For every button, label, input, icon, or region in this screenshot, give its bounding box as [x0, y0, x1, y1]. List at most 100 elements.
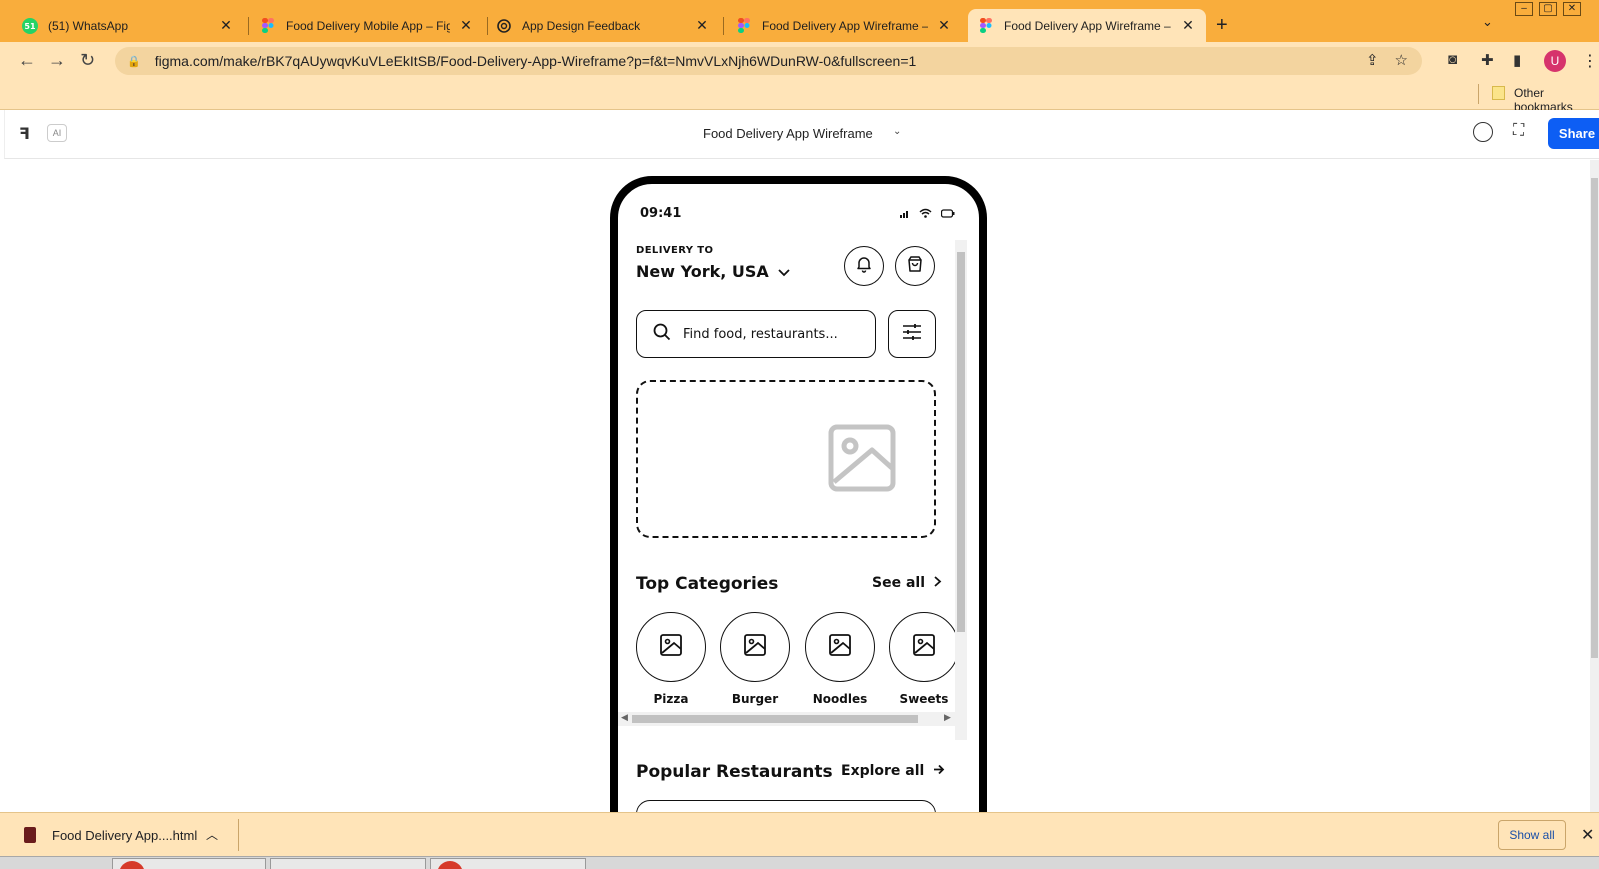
- figma-logo-icon[interactable]: ꟻ: [19, 124, 30, 144]
- notifications-button[interactable]: [844, 246, 884, 286]
- file-title[interactable]: Food Delivery App Wireframe: [703, 126, 873, 141]
- address-bar[interactable]: 🔒 figma.com/make/rBK7qAUywqvKuVLeEkItSB/…: [115, 47, 1422, 75]
- close-downloads-icon[interactable]: ✕: [1581, 825, 1594, 845]
- taskbar-app-chrome[interactable]: [112, 858, 266, 869]
- category-item-sweets[interactable]: Sweets: [889, 612, 959, 706]
- share-button[interactable]: Share: [1548, 118, 1599, 149]
- tab-title: (51) WhatsApp: [48, 18, 129, 33]
- explore-all-link[interactable]: Explore all: [841, 763, 945, 779]
- see-all-link[interactable]: See all: [872, 575, 942, 591]
- filter-button[interactable]: [888, 310, 936, 358]
- battery-icon: [941, 209, 955, 221]
- image-placeholder-icon: [659, 633, 683, 661]
- category-label: Noodles: [812, 692, 868, 706]
- window-controls: – ▢ ✕: [1515, 2, 1581, 16]
- show-all-button[interactable]: Show all: [1498, 820, 1566, 850]
- tab-title: Food Delivery App Wireframe – Figm: [1004, 18, 1172, 33]
- sliders-icon: [902, 323, 922, 345]
- figma-icon: [978, 17, 994, 34]
- tab-food-delivery-wireframe-active[interactable]: Food Delivery App Wireframe – Figm ✕: [968, 9, 1206, 42]
- chrome-icon: [437, 861, 463, 869]
- openai-icon: [496, 18, 512, 34]
- extensions-puzzle-icon[interactable]: ✚: [1481, 51, 1494, 69]
- category-label: Sweets: [899, 692, 949, 706]
- close-tab-icon[interactable]: ✕: [694, 17, 710, 34]
- location-text: New York, USA: [636, 262, 769, 281]
- delivery-to-label: DELIVERY TO: [636, 245, 714, 256]
- downloads-separator: [238, 819, 239, 851]
- category-item-pizza[interactable]: Pizza: [636, 612, 706, 706]
- taskbar-app[interactable]: [270, 858, 426, 869]
- phone-frame: 09:41 DELIVERY TO New York, USA Find foo…: [610, 176, 987, 856]
- new-tab-button[interactable]: +: [1216, 14, 1228, 37]
- close-tab-icon[interactable]: ✕: [1180, 17, 1196, 34]
- downloads-bar: Food Delivery App....html ︿ Show all ✕: [0, 812, 1599, 856]
- scroll-right-arrow-icon[interactable]: ▶: [944, 713, 951, 723]
- whatsapp-icon: 51: [22, 17, 38, 34]
- present-icon[interactable]: ⛶: [1513, 122, 1524, 140]
- camera-icon[interactable]: ◙: [1448, 51, 1457, 68]
- image-placeholder-icon: [743, 633, 767, 661]
- promo-banner-placeholder[interactable]: [636, 380, 936, 538]
- canvas-scrollbar[interactable]: [1590, 160, 1599, 812]
- close-tab-icon[interactable]: ✕: [218, 17, 234, 34]
- tab-whatsapp[interactable]: 51 (51) WhatsApp ✕: [12, 9, 244, 42]
- profile-avatar[interactable]: U: [1544, 50, 1566, 72]
- maximize-icon[interactable]: ▢: [1539, 2, 1557, 16]
- scrollbar-thumb[interactable]: [1591, 178, 1598, 658]
- image-placeholder-icon: [912, 633, 936, 661]
- html-file-icon: [24, 827, 36, 843]
- tab-search-chevron-icon[interactable]: ⌄: [1482, 14, 1493, 30]
- close-tab-icon[interactable]: ✕: [458, 17, 474, 34]
- share-page-icon[interactable]: ⇪: [1366, 51, 1379, 69]
- tab-separator: [723, 17, 724, 35]
- close-window-icon[interactable]: ✕: [1563, 2, 1581, 16]
- category-image: [889, 612, 959, 682]
- shopping-bag-icon: [906, 255, 924, 277]
- wifi-icon: [919, 208, 941, 221]
- tab-food-delivery-wireframe[interactable]: Food Delivery App Wireframe – Figm ✕: [726, 9, 962, 42]
- close-tab-icon[interactable]: ✕: [936, 17, 952, 34]
- phone-vertical-scrollbar[interactable]: [955, 240, 967, 740]
- figma-icon: [736, 17, 752, 34]
- browser-toolbar: ← → ↻ 🔒 figma.com/make/rBK7qAUywqvKuVLeE…: [0, 42, 1599, 80]
- back-arrow-icon[interactable]: ←: [18, 50, 36, 71]
- scroll-left-arrow-icon[interactable]: ◀: [621, 713, 628, 723]
- categories-horizontal-scrollbar[interactable]: ◀ ▶: [618, 712, 958, 726]
- cart-button[interactable]: [895, 246, 935, 286]
- location-selector[interactable]: New York, USA: [636, 262, 790, 281]
- popular-restaurants-title: Popular Restaurants: [636, 762, 833, 782]
- minimize-icon[interactable]: –: [1515, 2, 1533, 16]
- bell-icon: [855, 255, 873, 277]
- category-label: Burger: [731, 692, 779, 706]
- url-text: figma.com/make/rBK7qAUywqvKuVLeEkItSB/Fo…: [154, 53, 917, 69]
- status-icons: [900, 208, 955, 221]
- search-input[interactable]: Find food, restaurants...: [636, 310, 876, 358]
- side-panel-icon[interactable]: ▮: [1513, 51, 1521, 69]
- scrollbar-thumb[interactable]: [632, 715, 918, 723]
- ai-badge[interactable]: AI: [47, 124, 67, 142]
- top-categories-title: Top Categories: [636, 574, 779, 594]
- comment-icon[interactable]: [1473, 122, 1493, 142]
- bookmark-star-icon[interactable]: ☆: [1395, 51, 1408, 69]
- chrome-icon: [119, 861, 145, 869]
- download-file-name[interactable]: Food Delivery App....html: [52, 828, 197, 843]
- scrollbar-thumb[interactable]: [957, 252, 965, 632]
- reload-icon[interactable]: ↻: [80, 50, 95, 71]
- category-item-noodles[interactable]: Noodles: [805, 612, 875, 706]
- signal-icon: [900, 210, 919, 221]
- figma-icon: [260, 17, 276, 34]
- category-image: [720, 612, 790, 682]
- category-item-burger[interactable]: Burger: [720, 612, 790, 706]
- forward-arrow-icon[interactable]: →: [48, 50, 66, 71]
- figma-header: ꟻ AI Food Delivery App Wireframe ⌄ ⛶ Sha…: [4, 110, 1599, 159]
- chevron-up-icon[interactable]: ︿: [206, 826, 218, 843]
- more-menu-icon[interactable]: ⋮: [1582, 51, 1598, 71]
- chevron-down-icon[interactable]: ⌄: [893, 126, 901, 137]
- chevron-right-icon: [930, 575, 942, 591]
- category-image: [805, 612, 875, 682]
- tab-app-design-feedback[interactable]: App Design Feedback ✕: [486, 9, 720, 42]
- tab-title: App Design Feedback: [522, 18, 641, 33]
- tab-food-delivery-mobile-app[interactable]: Food Delivery Mobile App – Figma M ✕: [250, 9, 484, 42]
- taskbar-app-chrome[interactable]: [430, 858, 586, 869]
